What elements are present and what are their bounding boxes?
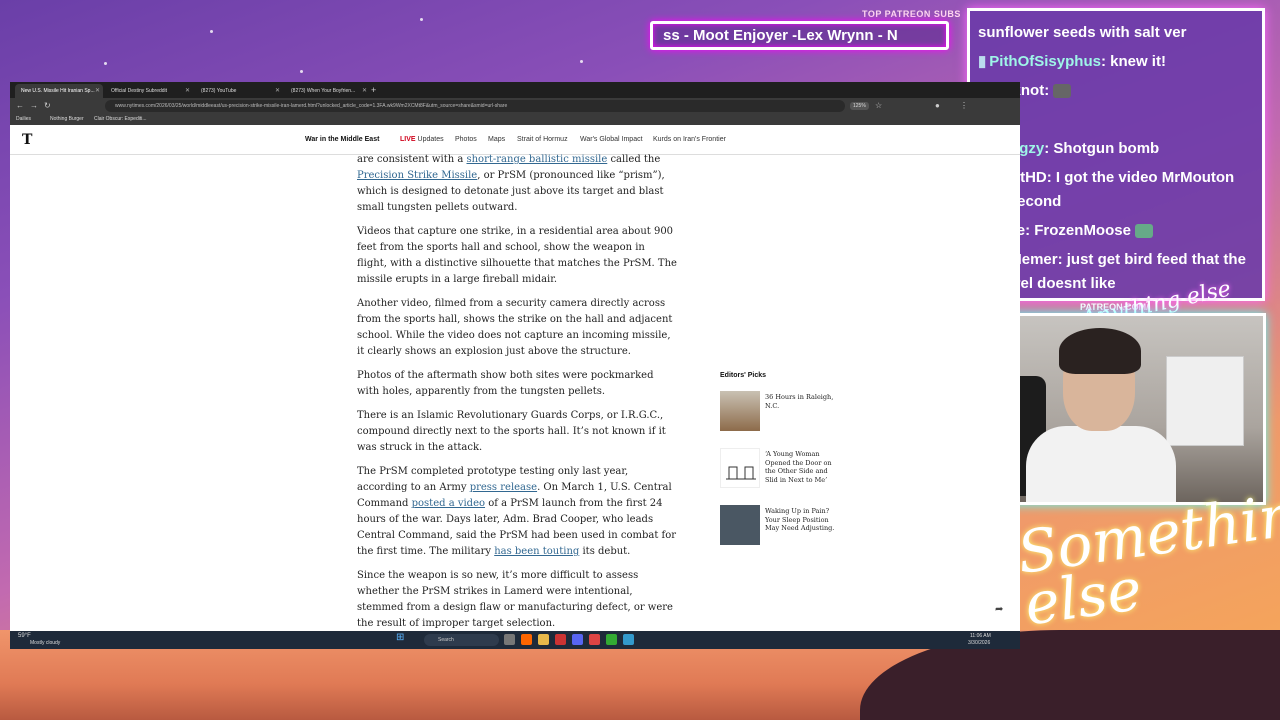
nav-impact[interactable]: War's Global Impact (580, 136, 643, 143)
taskbar-search[interactable]: Search (424, 634, 499, 646)
emote-icon (1053, 84, 1072, 99)
chat-message: ▮ PithOfSisyphus: knew it! (978, 50, 1254, 74)
clock-time[interactable]: 11:06 AM (970, 633, 991, 639)
nyt-header: T War in the Middle East LIVE Updates Ph… (10, 125, 1020, 155)
zoom-indicator[interactable]: 125% (850, 102, 869, 110)
close-icon[interactable]: ✕ (185, 87, 190, 94)
tab-reddit[interactable]: Official Destiny Subreddit ✕ (105, 84, 193, 98)
editors-picks: Editors' Picks 36 Hours in Raleigh, N.C.… (720, 372, 835, 562)
top-patreon-label: TOP PATREON SUBS (862, 9, 961, 19)
nav-section[interactable]: War in the Middle East (305, 136, 379, 143)
nav-maps[interactable]: Maps (488, 136, 505, 143)
tab-label: New U.S. Missile Hit Iranian Sp... (21, 88, 95, 94)
chat-username: PithOfSisyphus (989, 53, 1101, 70)
bookmark-item[interactable]: Nothing Burger (50, 116, 84, 122)
pick-thumbnail (720, 448, 760, 488)
text: called the (607, 154, 661, 165)
back-icon[interactable]: ← (16, 101, 24, 110)
menu-icon[interactable]: ⋮ (960, 101, 968, 110)
nav-label: Updates (417, 136, 444, 143)
tab-bar: New U.S. Missile Hit Iranian Sp... ✕ Offi… (10, 82, 1020, 98)
editors-picks-title: Editors' Picks (720, 372, 767, 379)
app-icon[interactable] (623, 634, 634, 645)
article-paragraph: Since the weapon is so new, it’s more di… (357, 570, 673, 629)
nav-kurds[interactable]: Kurds on Iran's Frontier (653, 136, 726, 143)
live-badge: LIVE (400, 136, 416, 143)
explorer-icon[interactable] (538, 634, 549, 645)
article-paragraph: The PrSM completed prototype testing onl… (357, 464, 677, 560)
tab-youtube[interactable]: (8273) YouTube ✕ (195, 84, 283, 98)
text: are consistent with a (357, 154, 467, 165)
bookmark-item[interactable]: Clair Obscur: Expediti... (94, 116, 147, 122)
pick-title: 36 Hours in Raleigh, N.C. (765, 393, 834, 410)
chat-message: sunflower seeds with salt ver (978, 21, 1254, 45)
chat-text: sunflower seeds with salt ver (978, 24, 1187, 41)
nav-photos[interactable]: Photos (455, 136, 477, 143)
tab-nyt[interactable]: New U.S. Missile Hit Iranian Sp... ✕ (15, 84, 103, 98)
bookmark-item[interactable]: Dailies (16, 116, 31, 122)
nyt-logo[interactable]: T (22, 132, 32, 148)
person-hair (1059, 328, 1141, 374)
person-shirt (1026, 426, 1176, 502)
shelf (1166, 356, 1244, 446)
pick-thumbnail (720, 391, 760, 431)
article-paragraph: Photos of the aftermath show both sites … (357, 370, 654, 397)
tab-label: Official Destiny Subreddit (111, 88, 168, 94)
chat-text: : Shotgun bomb (1044, 140, 1160, 157)
new-tab-icon[interactable]: + (371, 85, 376, 95)
link-ballistic-missile[interactable]: short-range ballistic missile (466, 154, 607, 165)
tab-label: (8273) YouTube (201, 88, 237, 94)
bookmarks-bar: Dailies Nothing Burger Clair Obscur: Exp… (10, 114, 1020, 125)
toolbar: ← → ↻ www.nytimes.com/2026/03/25/world/m… (10, 98, 1020, 114)
reload-icon[interactable]: ↻ (44, 101, 51, 110)
tab-youtube-2[interactable]: (8273) When Your Boyfrien... ✕ (285, 84, 370, 98)
weather-desc: Mostly cloudy (30, 640, 61, 646)
link-posted-video[interactable]: posted a video (412, 498, 485, 509)
pick-title: Waking Up in Pain? Your Sleep Position M… (765, 507, 835, 532)
link-press-release[interactable]: press release (470, 482, 537, 493)
app-icon[interactable] (555, 634, 566, 645)
taskbar: 59°F Mostly cloudy ⊞ Search 11:06 AM 3/3… (10, 631, 1020, 649)
windows-icon[interactable]: ⊞ (396, 632, 404, 643)
article-paragraph: Videos that capture one strike, in a res… (357, 226, 677, 285)
browser-window: New U.S. Missile Hit Iranian Sp... ✕ Offi… (10, 82, 1020, 649)
pick-item[interactable]: Waking Up in Pain? Your Sleep Position M… (720, 505, 835, 545)
link-has-been-touting[interactable]: has been touting (494, 546, 579, 557)
article-paragraph: are consistent with a short-range ballis… (357, 152, 677, 216)
pick-title: ‘A Young Woman Opened the Door on the Ot… (765, 450, 832, 484)
extension-icon[interactable]: ● (935, 101, 940, 110)
chat-text: : FrozenMoose (1025, 222, 1131, 239)
tab-label: (8273) When Your Boyfrien... (291, 88, 356, 94)
clock-date[interactable]: 3/30/2026 (968, 640, 990, 646)
chrome-icon[interactable] (589, 634, 600, 645)
star-icon[interactable]: ☆ (875, 101, 882, 110)
chat-text: : knew it! (1100, 53, 1166, 70)
chat-text: : (1044, 82, 1050, 99)
close-icon[interactable]: ✕ (362, 87, 367, 94)
discord-icon[interactable] (572, 634, 583, 645)
weather-temp[interactable]: 59°F (18, 633, 31, 639)
article-paragraph: There is an Islamic Revolutionary Guards… (357, 410, 666, 453)
patreon-marquee: ss - Moot Enjoyer -Lex Wrynn - N (650, 21, 949, 50)
share-icon[interactable]: ➦ (995, 604, 1003, 615)
pick-item[interactable]: 36 Hours in Raleigh, N.C. (720, 391, 835, 431)
nav-live-updates[interactable]: LIVE Updates (400, 136, 444, 143)
article-paragraph: Another video, filmed from a security ca… (357, 298, 673, 357)
close-icon[interactable]: ✕ (95, 87, 100, 94)
badge-icon: ▮ (978, 53, 987, 70)
forward-icon[interactable]: → (30, 101, 38, 110)
app-icon[interactable] (606, 634, 617, 645)
pick-item[interactable]: ‘A Young Woman Opened the Door on the Ot… (720, 448, 835, 488)
pick-thumbnail (720, 505, 760, 545)
text: its debut. (579, 546, 631, 557)
url-bar[interactable]: www.nytimes.com/2026/03/25/world/middlee… (105, 100, 845, 112)
close-icon[interactable]: ✕ (275, 87, 280, 94)
taskview-icon[interactable] (504, 634, 515, 645)
nav-strait[interactable]: Strait of Hormuz (517, 136, 568, 143)
link-precision-strike[interactable]: Precision Strike Missile (357, 170, 477, 181)
browser-icon[interactable] (521, 634, 532, 645)
article-body: are consistent with a short-range ballis… (357, 152, 677, 640)
emote-icon (1135, 224, 1154, 239)
